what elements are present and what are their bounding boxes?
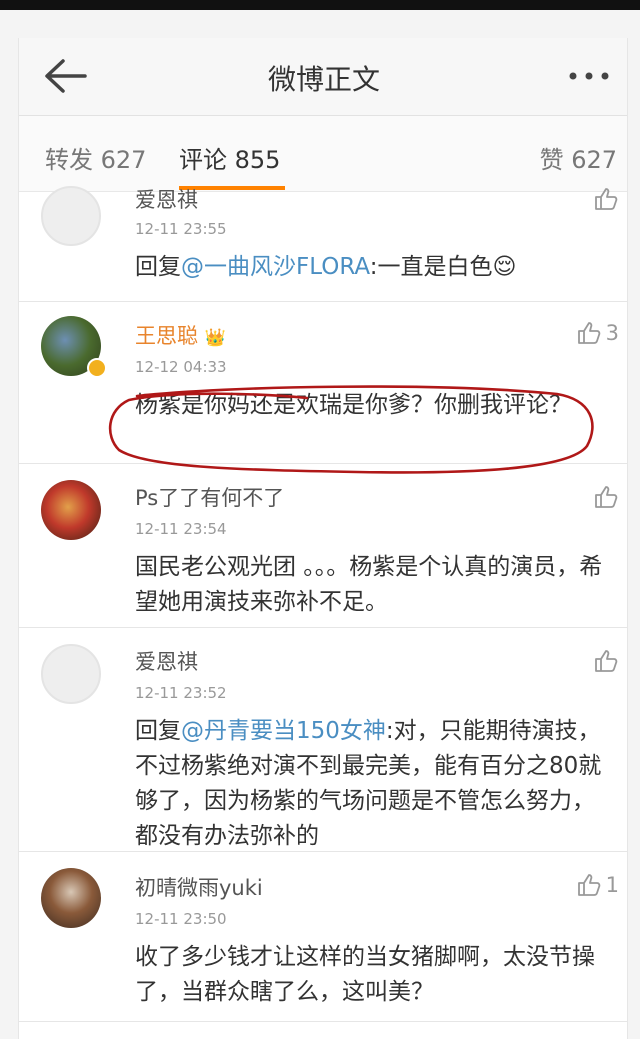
comment-username[interactable]: 爱恩祺 bbox=[135, 646, 198, 676]
like-button[interactable] bbox=[593, 484, 619, 510]
comment-time: 12-12 04:33 bbox=[135, 358, 227, 376]
comment-body: :一直是白色 bbox=[369, 254, 493, 280]
comment-text: 国民老公观光团 。。。杨紫是个认真的演员，希望她用演技来弥补不足。 bbox=[135, 554, 603, 615]
comment-text: 杨紫是你妈还是欢瑞是你爹？你删我评论？ bbox=[135, 392, 572, 418]
comment-time: 12-11 23:50 bbox=[135, 910, 227, 928]
top-strip bbox=[0, 0, 640, 10]
like-button[interactable] bbox=[593, 186, 619, 212]
comment-username[interactable]: 初晴微雨yuki bbox=[135, 872, 263, 902]
tab-repost[interactable]: 转发 627 bbox=[45, 140, 146, 175]
thumbs-up-icon bbox=[577, 322, 600, 344]
vip-crown-icon: 👑 bbox=[204, 328, 226, 348]
avatar[interactable] bbox=[41, 868, 101, 928]
comment-time: 12-11 23:55 bbox=[135, 220, 227, 238]
reply-prefix: 回复 bbox=[135, 718, 181, 744]
comment-username[interactable]: 爱恩祺 bbox=[135, 184, 198, 214]
mention-link[interactable]: @一曲风沙FLORA bbox=[181, 254, 370, 280]
comment-item[interactable]: Ps了了有何不了 12-11 23:54 国民老公观光团 。。。杨紫是个认真的演… bbox=[19, 464, 627, 628]
verified-badge-icon bbox=[87, 358, 107, 378]
thumbs-up-icon bbox=[595, 486, 618, 508]
comment-username[interactable]: Ps了了有何不了 bbox=[135, 482, 284, 512]
comment-item[interactable]: 爱恩祺 12-11 23:52 回复@丹青要当150女神:对，只能期待演技，不过… bbox=[19, 628, 627, 854]
tab-comments[interactable]: 评论 855 bbox=[179, 140, 280, 175]
like-button[interactable]: 3 bbox=[576, 320, 619, 346]
like-count: 3 bbox=[605, 321, 619, 345]
tab-bar: 转发 627 评论 855 赞 627 bbox=[19, 116, 627, 192]
thumbs-up-icon bbox=[595, 650, 618, 672]
comment-item[interactable]: 初晴微雨yuki 12-11 23:50 收了多少钱才让这样的当女猪脚啊，太没节… bbox=[19, 852, 627, 1022]
thumbs-up-icon bbox=[595, 188, 618, 210]
like-button[interactable] bbox=[593, 648, 619, 674]
emoji-icon: 😌 bbox=[492, 254, 517, 280]
phone-screen: 微博正文 转发 627 评论 855 赞 627 爱恩祺 12-11 23:55… bbox=[18, 38, 628, 1039]
username-text: 王思聪 bbox=[135, 324, 198, 348]
avatar[interactable] bbox=[41, 480, 101, 540]
comment-username[interactable]: 王思聪 👑 bbox=[135, 320, 226, 350]
nav-header: 微博正文 bbox=[19, 38, 627, 116]
comment-text: 收了多少钱才让这样的当女猪脚啊，太没节操了，当群众瞎了么，这叫美？ bbox=[135, 944, 595, 1005]
comment-time: 12-11 23:52 bbox=[135, 684, 227, 702]
like-button[interactable]: 1 bbox=[576, 872, 619, 898]
comment-item[interactable]: 爱恩祺 12-11 23:55 回复@一曲风沙FLORA:一直是白色😌 bbox=[19, 186, 627, 302]
avatar[interactable] bbox=[41, 644, 101, 704]
tab-likes[interactable]: 赞 627 bbox=[540, 140, 617, 175]
comment-item[interactable]: 王思聪 👑 12-12 04:33 杨紫是你妈还是欢瑞是你爹？你删我评论？ 3 bbox=[19, 302, 627, 464]
page-title: 微博正文 bbox=[267, 63, 380, 96]
reply-prefix: 回复 bbox=[135, 254, 181, 280]
like-count: 1 bbox=[605, 873, 619, 897]
mention-link[interactable]: @丹青要当150女神 bbox=[181, 718, 386, 744]
avatar[interactable] bbox=[41, 186, 101, 246]
more-dots-icon[interactable] bbox=[565, 60, 613, 90]
comment-time: 12-11 23:54 bbox=[135, 520, 227, 538]
thumbs-up-icon bbox=[577, 874, 600, 896]
comment-text: 回复@一曲风沙FLORA:一直是白色😌 bbox=[135, 250, 605, 285]
comment-text: 回复@丹青要当150女神:对，只能期待演技，不过杨紫绝对演不到最完美，能有百分之… bbox=[135, 714, 605, 854]
